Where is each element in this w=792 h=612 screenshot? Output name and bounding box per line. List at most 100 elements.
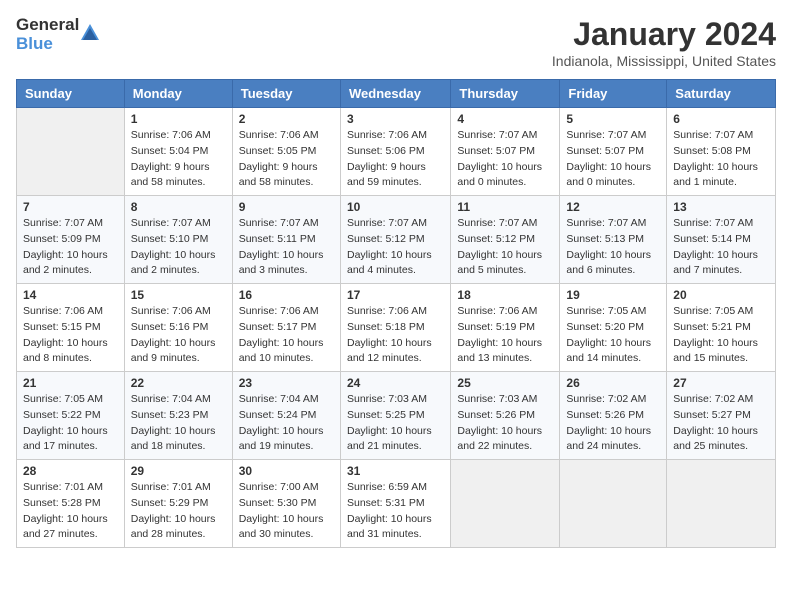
day-number: 1 [131, 112, 226, 126]
day-info: Sunrise: 7:07 AM Sunset: 5:12 PM Dayligh… [347, 216, 444, 279]
header-cell-friday: Friday [560, 80, 667, 108]
day-info: Sunrise: 7:06 AM Sunset: 5:17 PM Dayligh… [239, 304, 334, 367]
logo: General Blue [16, 16, 101, 53]
header-cell-sunday: Sunday [17, 80, 125, 108]
day-number: 23 [239, 376, 334, 390]
day-number: 30 [239, 464, 334, 478]
day-number: 10 [347, 200, 444, 214]
calendar-cell: 29 Sunrise: 7:01 AM Sunset: 5:29 PM Dayli… [124, 460, 232, 548]
day-info: Sunrise: 7:06 AM Sunset: 5:16 PM Dayligh… [131, 304, 226, 367]
day-info: Sunrise: 7:07 AM Sunset: 5:07 PM Dayligh… [566, 128, 660, 191]
day-info: Sunrise: 7:05 AM Sunset: 5:21 PM Dayligh… [673, 304, 769, 367]
calendar-cell: 14 Sunrise: 7:06 AM Sunset: 5:15 PM Dayli… [17, 284, 125, 372]
day-number: 15 [131, 288, 226, 302]
day-info: Sunrise: 7:06 AM Sunset: 5:19 PM Dayligh… [457, 304, 553, 367]
day-info: Sunrise: 7:04 AM Sunset: 5:24 PM Dayligh… [239, 392, 334, 455]
day-number: 16 [239, 288, 334, 302]
day-number: 17 [347, 288, 444, 302]
day-info: Sunrise: 7:07 AM Sunset: 5:08 PM Dayligh… [673, 128, 769, 191]
day-number: 11 [457, 200, 553, 214]
logo-icon [79, 22, 101, 49]
calendar-cell: 7Sunrise: 7:07 AM Sunset: 5:09 PM Daylig… [17, 196, 125, 284]
day-number: 27 [673, 376, 769, 390]
calendar-cell: 24Sunrise: 7:03 AM Sunset: 5:25 PM Dayli… [340, 372, 450, 460]
calendar-week-4: 21 Sunrise: 7:05 AM Sunset: 5:22 PM Dayli… [17, 372, 776, 460]
calendar-week-5: 28 Sunrise: 7:01 AM Sunset: 5:28 PM Dayli… [17, 460, 776, 548]
calendar-cell: 1Sunrise: 7:06 AM Sunset: 5:04 PM Daylig… [124, 108, 232, 196]
calendar-cell [451, 460, 560, 548]
logo-text: General Blue [16, 16, 79, 53]
calendar-cell: 13 Sunrise: 7:07 AM Sunset: 5:14 PM Dayli… [667, 196, 776, 284]
calendar-cell: 15 Sunrise: 7:06 AM Sunset: 5:16 PM Dayli… [124, 284, 232, 372]
header-cell-thursday: Thursday [451, 80, 560, 108]
logo-general: General [16, 16, 79, 35]
day-info: Sunrise: 7:00 AM Sunset: 5:30 PM Dayligh… [239, 480, 334, 543]
day-info: Sunrise: 7:07 AM Sunset: 5:09 PM Dayligh… [23, 216, 118, 279]
day-number: 26 [566, 376, 660, 390]
calendar-cell: 30 Sunrise: 7:00 AM Sunset: 5:30 PM Dayli… [232, 460, 340, 548]
page-title: January 2024 [552, 16, 776, 53]
day-number: 4 [457, 112, 553, 126]
calendar-cell: 8 Sunrise: 7:07 AM Sunset: 5:10 PM Daylig… [124, 196, 232, 284]
day-info: Sunrise: 7:03 AM Sunset: 5:26 PM Dayligh… [457, 392, 553, 455]
day-number: 28 [23, 464, 118, 478]
day-info: Sunrise: 7:02 AM Sunset: 5:27 PM Dayligh… [673, 392, 769, 455]
day-info: Sunrise: 7:07 AM Sunset: 5:14 PM Dayligh… [673, 216, 769, 279]
header-cell-wednesday: Wednesday [340, 80, 450, 108]
calendar-cell: 28 Sunrise: 7:01 AM Sunset: 5:28 PM Dayli… [17, 460, 125, 548]
header-row: SundayMondayTuesdayWednesdayThursdayFrid… [17, 80, 776, 108]
calendar-cell: 12 Sunrise: 7:07 AM Sunset: 5:13 PM Dayli… [560, 196, 667, 284]
page-header: General Blue January 2024 Indianola, Mis… [16, 16, 776, 69]
day-number: 20 [673, 288, 769, 302]
day-number: 5 [566, 112, 660, 126]
day-number: 29 [131, 464, 226, 478]
day-number: 18 [457, 288, 553, 302]
day-info: Sunrise: 7:07 AM Sunset: 5:13 PM Dayligh… [566, 216, 660, 279]
calendar-week-2: 7Sunrise: 7:07 AM Sunset: 5:09 PM Daylig… [17, 196, 776, 284]
day-number: 3 [347, 112, 444, 126]
calendar-cell [560, 460, 667, 548]
calendar-table: SundayMondayTuesdayWednesdayThursdayFrid… [16, 79, 776, 548]
calendar-cell: 3Sunrise: 7:06 AM Sunset: 5:06 PM Daylig… [340, 108, 450, 196]
day-number: 12 [566, 200, 660, 214]
day-info: Sunrise: 7:04 AM Sunset: 5:23 PM Dayligh… [131, 392, 226, 455]
day-info: Sunrise: 7:01 AM Sunset: 5:29 PM Dayligh… [131, 480, 226, 543]
title-block: January 2024 Indianola, Mississippi, Uni… [552, 16, 776, 69]
calendar-cell: 19Sunrise: 7:05 AM Sunset: 5:20 PM Dayli… [560, 284, 667, 372]
calendar-cell: 25 Sunrise: 7:03 AM Sunset: 5:26 PM Dayli… [451, 372, 560, 460]
day-info: Sunrise: 7:07 AM Sunset: 5:07 PM Dayligh… [457, 128, 553, 191]
day-number: 25 [457, 376, 553, 390]
day-info: Sunrise: 7:05 AM Sunset: 5:22 PM Dayligh… [23, 392, 118, 455]
day-info: Sunrise: 7:07 AM Sunset: 5:10 PM Dayligh… [131, 216, 226, 279]
calendar-cell: 10 Sunrise: 7:07 AM Sunset: 5:12 PM Dayli… [340, 196, 450, 284]
calendar-cell: 23 Sunrise: 7:04 AM Sunset: 5:24 PM Dayli… [232, 372, 340, 460]
calendar-cell: 5 Sunrise: 7:07 AM Sunset: 5:07 PM Daylig… [560, 108, 667, 196]
calendar-cell: 22 Sunrise: 7:04 AM Sunset: 5:23 PM Dayli… [124, 372, 232, 460]
day-number: 9 [239, 200, 334, 214]
calendar-cell [667, 460, 776, 548]
calendar-cell: 27 Sunrise: 7:02 AM Sunset: 5:27 PM Dayli… [667, 372, 776, 460]
day-number: 13 [673, 200, 769, 214]
calendar-cell: 4 Sunrise: 7:07 AM Sunset: 5:07 PM Daylig… [451, 108, 560, 196]
day-number: 6 [673, 112, 769, 126]
day-number: 14 [23, 288, 118, 302]
header-cell-monday: Monday [124, 80, 232, 108]
day-info: Sunrise: 7:06 AM Sunset: 5:18 PM Dayligh… [347, 304, 444, 367]
day-number: 22 [131, 376, 226, 390]
day-number: 21 [23, 376, 118, 390]
page-subtitle: Indianola, Mississippi, United States [552, 53, 776, 69]
day-info: Sunrise: 7:01 AM Sunset: 5:28 PM Dayligh… [23, 480, 118, 543]
calendar-cell: 17 Sunrise: 7:06 AM Sunset: 5:18 PM Dayli… [340, 284, 450, 372]
calendar-cell: 18 Sunrise: 7:06 AM Sunset: 5:19 PM Dayli… [451, 284, 560, 372]
calendar-cell: 31Sunrise: 6:59 AM Sunset: 5:31 PM Dayli… [340, 460, 450, 548]
day-info: Sunrise: 7:03 AM Sunset: 5:25 PM Dayligh… [347, 392, 444, 455]
calendar-cell: 6 Sunrise: 7:07 AM Sunset: 5:08 PM Daylig… [667, 108, 776, 196]
day-number: 8 [131, 200, 226, 214]
calendar-cell: 2Sunrise: 7:06 AM Sunset: 5:05 PM Daylig… [232, 108, 340, 196]
calendar-header: SundayMondayTuesdayWednesdayThursdayFrid… [17, 80, 776, 108]
day-info: Sunrise: 7:02 AM Sunset: 5:26 PM Dayligh… [566, 392, 660, 455]
day-info: Sunrise: 7:07 AM Sunset: 5:12 PM Dayligh… [457, 216, 553, 279]
day-number: 19 [566, 288, 660, 302]
day-info: Sunrise: 7:06 AM Sunset: 5:15 PM Dayligh… [23, 304, 118, 367]
day-number: 2 [239, 112, 334, 126]
